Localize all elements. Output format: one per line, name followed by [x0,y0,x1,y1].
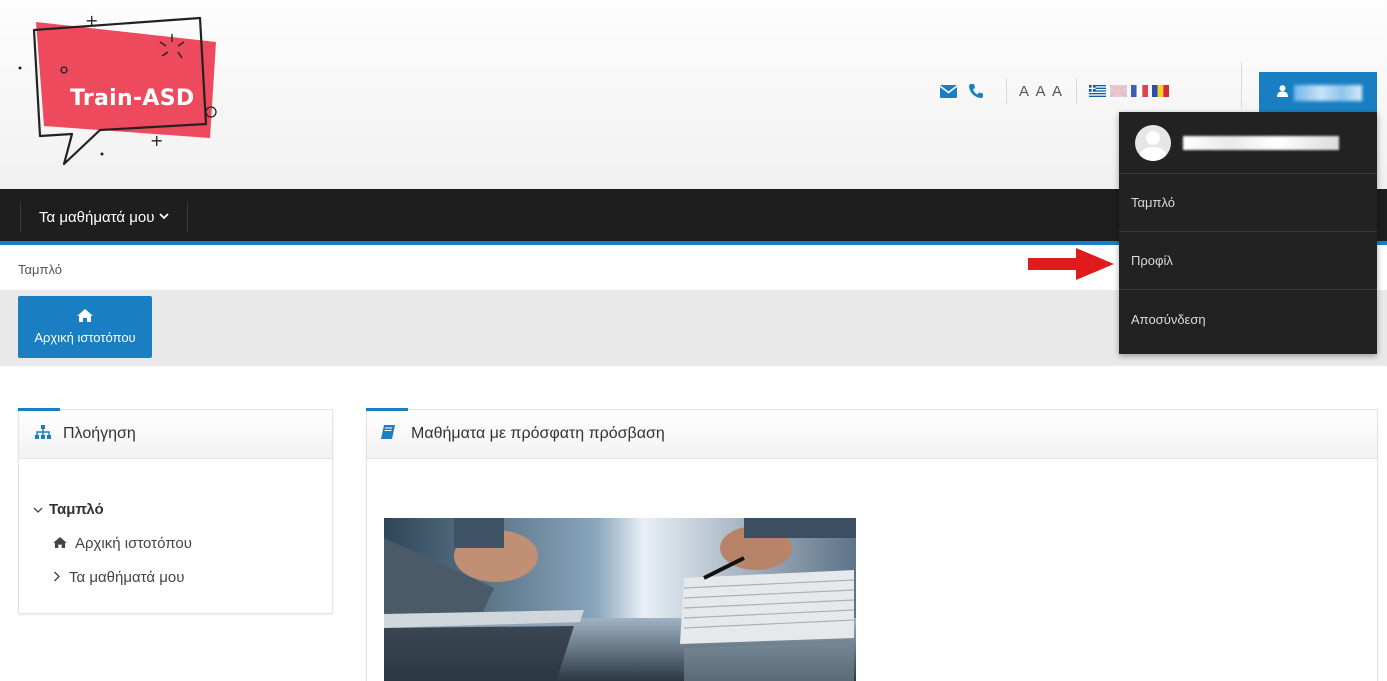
tree-root-label: Ταμπλό [49,500,104,518]
chevron-right-icon [53,569,61,586]
site-home-label: Αρχική ιστοτόπου [34,330,136,345]
navigation-block-header: Πλοήγηση [18,408,332,459]
divider [1241,62,1242,108]
chevron-down-icon [33,501,43,518]
tree-item-dashboard[interactable]: Ταμπλό [33,492,192,526]
page: + + Train-ASD A A A Τα μαθήματά μου Ταμπ… [0,0,1387,681]
dropdown-item-logout[interactable]: Αποσύνδεση [1119,290,1377,348]
romanian-flag-icon[interactable] [1152,85,1170,97]
recent-courses-block: Μαθήματα με πρόσφατη πρόσβαση [366,408,1378,681]
red-pointer-arrow-icon [1028,248,1114,280]
site-home-button[interactable]: Αρχική ιστοτόπου [18,296,152,358]
dropdown-user-header[interactable] [1119,112,1377,174]
tree-item-label: Αρχική ιστοτόπου [75,534,192,552]
course-image[interactable] [384,518,856,681]
user-name-redacted [1294,85,1362,101]
header-accent [366,408,408,411]
avatar [1135,124,1171,161]
site-logo[interactable]: + + Train-ASD [10,6,230,184]
my-courses-menu[interactable]: Τα μαθήματά μου [20,202,189,232]
sitemap-icon [35,424,51,444]
language-flags [1089,85,1170,97]
french-flag-icon[interactable] [1131,85,1149,97]
user-icon [1277,84,1288,102]
tree-item-site-home[interactable]: Αρχική ιστοτόπου [33,526,192,560]
home-icon [53,535,67,552]
home-icon [77,309,93,325]
header-accent [18,408,60,411]
tree-item-my-courses[interactable]: Τα μαθήματά μου [33,560,192,594]
dropdown-item-dashboard[interactable]: Ταμπλό [1119,174,1377,232]
svg-text:+: + [85,11,98,30]
svg-text:+: + [150,131,163,150]
book-icon [381,424,395,444]
logo-text: Train-ASD [70,86,195,111]
divider [1006,78,1007,104]
recent-courses-title: Μαθήματα με πρόσφατη πρόσβαση [411,425,665,442]
navigation-tree: Ταμπλό Αρχική ιστοτόπου Τα μαθήματά μου [33,492,192,594]
envelope-icon[interactable] [938,81,958,101]
user-full-name-redacted [1183,135,1339,150]
greek-flag-icon[interactable] [1089,85,1107,97]
navigation-block: Πλοήγηση Ταμπλό Αρχική ιστοτόπου Τα μαθή… [18,408,333,614]
header-tools: A A A [938,76,1170,106]
divider [1076,78,1078,104]
user-menu-button[interactable] [1259,72,1377,114]
font-size-control[interactable]: A A A [1019,83,1064,100]
user-dropdown-menu: Ταμπλό Προφίλ Αποσύνδεση [1119,112,1377,354]
phone-icon[interactable] [966,81,986,101]
tree-item-label: Τα μαθήματά μου [69,568,185,586]
chevron-down-icon [159,211,170,223]
recent-courses-header: Μαθήματα με πρόσφατη πρόσβαση [366,408,1377,459]
uk-flag-icon[interactable] [1110,85,1128,97]
dropdown-item-profile[interactable]: Προφίλ [1119,232,1377,290]
breadcrumb-dashboard[interactable]: Ταμπλό [18,262,62,277]
navigation-block-title: Πλοήγηση [63,425,136,442]
my-courses-label: Τα μαθήματά μου [39,208,155,226]
